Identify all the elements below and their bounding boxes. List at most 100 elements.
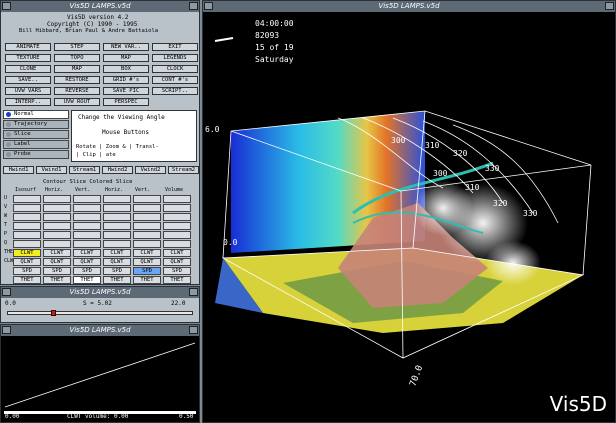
variable-toggle-cell[interactable] bbox=[163, 204, 191, 212]
function-button-map[interactable]: MAP bbox=[103, 54, 149, 62]
wind-button-vwind1[interactable]: Vwind1 bbox=[36, 166, 67, 174]
mode-option-trajectory[interactable]: Trajectory bbox=[3, 120, 69, 129]
variable-toggle-cell[interactable] bbox=[103, 240, 131, 248]
function-button-uvw-rout[interactable]: UVW ROUT bbox=[54, 98, 100, 106]
transfer-curve-plot[interactable] bbox=[1, 337, 199, 423]
wind-button-hwind2[interactable]: Hwind2 bbox=[102, 166, 133, 174]
variable-toggle-cell[interactable] bbox=[43, 195, 71, 203]
variable-toggle-cell[interactable]: CLWT bbox=[133, 249, 161, 257]
mode-option-normal[interactable]: Normal bbox=[3, 110, 69, 119]
variable-toggle-cell[interactable] bbox=[133, 213, 161, 221]
variable-toggle-cell[interactable] bbox=[73, 231, 101, 239]
function-button-map[interactable]: MAP bbox=[54, 65, 100, 73]
function-button-animate[interactable]: ANIMATE bbox=[5, 43, 51, 51]
function-button-perspec[interactable]: PERSPEC bbox=[103, 98, 149, 106]
variable-toggle-cell[interactable] bbox=[163, 240, 191, 248]
function-button-texture[interactable]: TEXTURE bbox=[5, 54, 51, 62]
variable-toggle-cell[interactable]: THET bbox=[163, 276, 191, 284]
mode-option-label[interactable]: Label bbox=[3, 140, 69, 149]
variable-toggle-cell[interactable] bbox=[133, 204, 161, 212]
variable-toggle-cell[interactable] bbox=[103, 222, 131, 230]
variable-toggle-cell[interactable]: THET bbox=[103, 276, 131, 284]
wind-button-vwind2[interactable]: Vwind2 bbox=[135, 166, 166, 174]
variable-toggle-cell[interactable]: SPD bbox=[163, 267, 191, 275]
variable-toggle-cell[interactable]: QLWT bbox=[73, 258, 101, 266]
variable-toggle-cell[interactable] bbox=[13, 213, 41, 221]
function-button-new-var-[interactable]: NEW VAR.. bbox=[103, 43, 149, 51]
function-button-exit[interactable]: EXIT bbox=[152, 43, 198, 51]
variable-toggle-cell[interactable] bbox=[43, 222, 71, 230]
function-button-cont-s[interactable]: CONT #'s bbox=[152, 76, 198, 84]
window-menu-button[interactable] bbox=[2, 288, 11, 296]
variable-toggle-cell[interactable] bbox=[103, 213, 131, 221]
slider-thumb[interactable] bbox=[51, 310, 57, 316]
variable-toggle-cell[interactable]: CLWT bbox=[43, 249, 71, 257]
variable-toggle-cell[interactable]: QLWT bbox=[163, 258, 191, 266]
variable-toggle-cell[interactable]: THET bbox=[43, 276, 71, 284]
variable-toggle-cell[interactable]: QLWT bbox=[103, 258, 131, 266]
variable-toggle-cell[interactable] bbox=[13, 204, 41, 212]
mode-option-slice[interactable]: Slice bbox=[3, 130, 69, 139]
variable-toggle-cell[interactable] bbox=[163, 222, 191, 230]
variable-toggle-cell[interactable] bbox=[103, 204, 131, 212]
function-button-uvw-vars[interactable]: UVW VARS bbox=[5, 87, 51, 95]
variable-toggle-cell[interactable] bbox=[13, 222, 41, 230]
function-button-restore[interactable]: RESTORE bbox=[54, 76, 100, 84]
variable-toggle-cell[interactable]: CLWT bbox=[163, 249, 191, 257]
variable-toggle-cell[interactable] bbox=[43, 213, 71, 221]
variable-toggle-cell[interactable]: THET bbox=[73, 276, 101, 284]
variable-toggle-cell[interactable] bbox=[13, 195, 41, 203]
window-maximize-button[interactable] bbox=[189, 2, 198, 10]
variable-toggle-cell[interactable]: SPD bbox=[73, 267, 101, 275]
variable-toggle-cell[interactable]: CLWT bbox=[73, 249, 101, 257]
function-button-step[interactable]: STEP bbox=[54, 43, 100, 51]
variable-toggle-cell[interactable] bbox=[13, 240, 41, 248]
window-menu-button[interactable] bbox=[2, 326, 11, 334]
function-button-topo[interactable]: TOPO bbox=[54, 54, 100, 62]
variable-toggle-cell[interactable] bbox=[133, 240, 161, 248]
variable-toggle-cell[interactable] bbox=[13, 231, 41, 239]
variable-toggle-cell[interactable] bbox=[103, 195, 131, 203]
function-button-save-[interactable]: SAVE.. bbox=[5, 76, 51, 84]
variable-toggle-cell[interactable] bbox=[73, 204, 101, 212]
window-maximize-button[interactable] bbox=[189, 326, 198, 334]
window-menu-button[interactable] bbox=[204, 2, 213, 10]
variable-toggle-cell[interactable] bbox=[73, 240, 101, 248]
wind-button-stream2[interactable]: Stream2 bbox=[168, 166, 199, 174]
variable-toggle-cell[interactable] bbox=[163, 213, 191, 221]
function-button-reverse[interactable]: REVERSE bbox=[54, 87, 100, 95]
slider-window-titlebar[interactable]: Vis5D LAMPS.v5d bbox=[1, 287, 199, 298]
variable-toggle-cell[interactable] bbox=[43, 240, 71, 248]
graph-window-titlebar[interactable]: Vis5D LAMPS.v5d bbox=[1, 325, 199, 336]
variable-toggle-cell[interactable]: SPD bbox=[43, 267, 71, 275]
function-button-box[interactable]: BOX bbox=[103, 65, 149, 73]
function-button-script-[interactable]: SCRIPT.. bbox=[152, 87, 198, 95]
variable-toggle-cell[interactable]: CLWT bbox=[103, 249, 131, 257]
variable-toggle-cell[interactable] bbox=[163, 195, 191, 203]
function-button-interp-[interactable]: INTERP.. bbox=[5, 98, 51, 106]
function-button-clock[interactable]: CLOCK bbox=[152, 65, 198, 73]
variable-toggle-cell[interactable]: QLWT bbox=[43, 258, 71, 266]
variable-toggle-cell[interactable] bbox=[73, 213, 101, 221]
variable-toggle-cell[interactable] bbox=[133, 231, 161, 239]
control-window-titlebar[interactable]: Vis5D LAMPS.v5d bbox=[1, 1, 199, 12]
variable-toggle-cell[interactable]: SPD bbox=[103, 267, 131, 275]
variable-toggle-cell[interactable]: CLWT bbox=[13, 249, 41, 257]
function-button-save-pic[interactable]: SAVE PIC bbox=[103, 87, 149, 95]
variable-toggle-cell[interactable]: QLWT bbox=[13, 258, 41, 266]
mode-option-probe[interactable]: Probe bbox=[3, 150, 69, 159]
wind-button-hwind1[interactable]: Hwind1 bbox=[3, 166, 34, 174]
variable-toggle-cell[interactable] bbox=[163, 231, 191, 239]
variable-toggle-cell[interactable] bbox=[43, 231, 71, 239]
variable-toggle-cell[interactable]: SPD bbox=[133, 267, 161, 275]
view-window-titlebar[interactable]: Vis5D LAMPS.v5d bbox=[203, 1, 615, 12]
function-button-clone[interactable]: CLONE bbox=[5, 65, 51, 73]
variable-toggle-cell[interactable] bbox=[73, 195, 101, 203]
variable-toggle-cell[interactable] bbox=[43, 204, 71, 212]
variable-toggle-cell[interactable] bbox=[103, 231, 131, 239]
window-menu-button[interactable] bbox=[2, 2, 11, 10]
window-maximize-button[interactable] bbox=[605, 2, 614, 10]
variable-toggle-cell[interactable]: SPD bbox=[13, 267, 41, 275]
wind-button-stream1[interactable]: Stream1 bbox=[69, 166, 100, 174]
variable-toggle-cell[interactable] bbox=[73, 222, 101, 230]
